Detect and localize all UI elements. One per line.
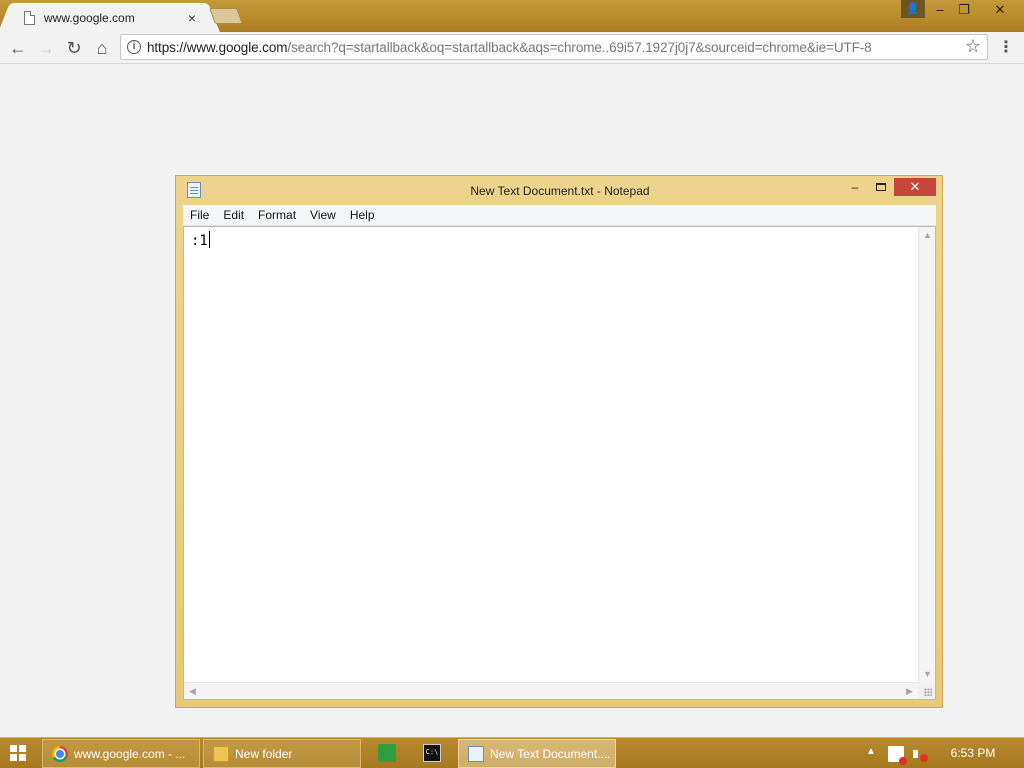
back-button[interactable]: ←	[6, 36, 30, 60]
forward-button[interactable]: →	[34, 36, 58, 60]
url-path: /search?q=startallback&oq=startallback&a…	[287, 40, 872, 55]
vertical-scrollbar[interactable]: ▲ ▼	[918, 227, 935, 683]
notepad-icon	[468, 745, 484, 762]
notepad-window: New Text Document.txt - Notepad – ✕ File…	[175, 175, 943, 708]
tab-title: www.google.com	[44, 10, 135, 25]
browser-tabstrip: www.google.com × 👤 – ❐ ✕	[0, 0, 1024, 32]
store-icon[interactable]	[378, 744, 396, 762]
folder-icon	[213, 745, 229, 762]
browser-menu-icon[interactable]: ⋮	[998, 38, 1014, 58]
taskbar: www.google.com - ... New folder C:\ New …	[0, 737, 1024, 768]
start-button[interactable]	[10, 745, 26, 761]
window-restore-button[interactable]: ❐	[951, 0, 977, 20]
bookmark-star-icon[interactable]: ☆	[965, 36, 981, 57]
scroll-left-icon[interactable]: ◀	[184, 683, 201, 700]
info-icon[interactable]: i	[127, 40, 141, 54]
menu-format[interactable]: Format	[251, 205, 303, 226]
horizontal-scrollbar[interactable]: ◀ ▶	[184, 682, 918, 699]
text-caret	[208, 231, 210, 248]
chrome-icon	[52, 745, 68, 762]
menu-view[interactable]: View	[303, 205, 343, 226]
notepad-text-area[interactable]: :1 ▲ ▼ ◀ ▶	[183, 226, 936, 700]
document-text: :1	[191, 231, 210, 249]
notepad-title: New Text Document.txt - Notepad	[470, 184, 650, 198]
taskbar-item-label: New folder	[235, 746, 293, 761]
command-prompt-icon[interactable]: C:\	[423, 744, 441, 762]
menu-edit[interactable]: Edit	[216, 205, 251, 226]
resize-grip-icon[interactable]	[918, 682, 935, 699]
volume-icon[interactable]	[912, 746, 928, 762]
home-button[interactable]: ⌂	[90, 36, 114, 60]
taskbar-item-chrome[interactable]: www.google.com - ...	[42, 739, 200, 768]
taskbar-item-label: www.google.com - ...	[74, 746, 186, 761]
menu-help[interactable]: Help	[343, 205, 382, 226]
url-host: https://www.google.com	[147, 40, 288, 55]
show-hidden-icons-icon[interactable]: ▲	[866, 746, 876, 757]
notepad-menubar: File Edit Format View Help	[183, 205, 936, 226]
window-close-button[interactable]: ✕	[977, 0, 1023, 20]
notepad-minimize-button[interactable]: –	[843, 178, 867, 196]
scroll-up-icon[interactable]: ▲	[919, 227, 936, 244]
url-text: https://www.google.com/search?q=startall…	[147, 40, 872, 55]
maximize-icon	[876, 183, 886, 191]
browser-tab-google[interactable]: www.google.com ×	[12, 3, 206, 32]
page-icon	[24, 10, 35, 25]
notepad-close-button[interactable]: ✕	[894, 178, 936, 196]
close-tab-icon[interactable]: ×	[184, 10, 200, 26]
profile-icon[interactable]: 👤	[901, 0, 925, 18]
reload-button[interactable]: ↻	[62, 36, 86, 60]
new-tab-button[interactable]	[209, 8, 243, 24]
window-minimize-button[interactable]: –	[927, 0, 953, 20]
document-content: :1	[191, 233, 208, 249]
taskbar-item-label: New Text Document....	[490, 746, 611, 761]
menu-file[interactable]: File	[183, 205, 216, 226]
taskbar-item-folder[interactable]: New folder	[203, 739, 361, 768]
taskbar-item-notepad[interactable]: New Text Document....	[458, 739, 616, 768]
clock[interactable]: 6:53 PM	[942, 746, 1004, 760]
scroll-down-icon[interactable]: ▼	[919, 666, 936, 683]
address-bar[interactable]: i https://www.google.com/search?q=starta…	[120, 34, 988, 60]
action-center-icon[interactable]	[888, 746, 907, 765]
scroll-right-icon[interactable]: ▶	[901, 683, 918, 700]
notepad-maximize-button[interactable]	[869, 178, 893, 196]
